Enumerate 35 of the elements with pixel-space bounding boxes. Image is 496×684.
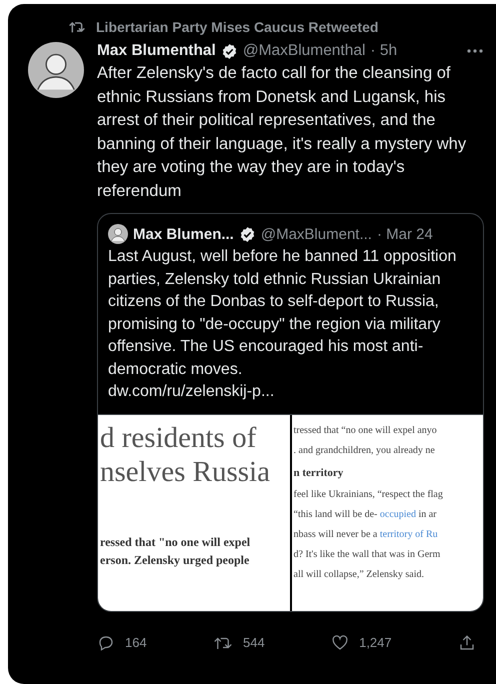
article-text-line: “this land will be de- occupied in ar	[294, 508, 437, 522]
article-text-line: all will collapse,” Zelensky said.	[294, 568, 424, 582]
reply-icon[interactable]	[97, 634, 115, 652]
tweet-time[interactable]: · 5h	[370, 42, 398, 60]
retweeted-by-label: Libertarian Party Mises Caucus Retweeted	[96, 19, 378, 35]
article-text-line: ressed that "no one will expel	[100, 534, 250, 550]
tweet-time: · Mar 24	[376, 226, 433, 242]
like-count: 1,247	[359, 635, 392, 650]
article-text-line: d? It's like the wall that was in Germ	[294, 548, 440, 562]
article-text-line: tressed that “no one will expel anyo	[294, 424, 437, 438]
article-text-line: erson. Zelensky urged people	[100, 552, 250, 568]
more-icon[interactable]	[466, 48, 484, 54]
author-handle: @MaxBlument...	[260, 226, 372, 242]
avatar-icon	[28, 42, 84, 98]
reply-count: 164	[125, 635, 147, 650]
article-text-line: nselves Russia	[100, 454, 270, 488]
article-screenshot[interactable]: d residents of nselves Russia ressed that "no one will expel erson. Zelensky urged people	[98, 414, 290, 610]
quoted-tweet[interactable]	[97, 213, 484, 612]
article-link[interactable]: dw.com/ru/zelenskij-p...	[98, 381, 483, 414]
quoted-tweet-text: Last August, well before he banned 11 opposition parties, Zelensky told ethnic Russian Ukrainian citizens of the Donbas to self-deport to Russia, promising to "de-occupy" the region via military offensive. The US encouraged his most anti-democratic moves.	[107, 247, 458, 380]
article-text-line: d residents of	[100, 420, 256, 454]
article-text-line: n territory	[294, 466, 344, 480]
heart-icon[interactable]	[331, 634, 350, 652]
article-text-line: feel like Ukrainians, “respect the flag	[294, 488, 443, 502]
author-name[interactable]: Max Blumenthal	[97, 42, 216, 60]
tweet-text: After Zelensky's de facto call for the cleansing of ethnic Russians from Donetsk and Lugansk, his arrest of their political representatives, and the banning of their language, it's really a mystery why they are voting the way they are in today's referendum	[97, 63, 468, 202]
avatar-icon	[108, 224, 128, 244]
author-name: Max Blumen...	[133, 226, 234, 242]
share-icon[interactable]	[458, 634, 476, 652]
author-handle[interactable]: @MaxBlumenthal	[242, 42, 366, 60]
retweet-icon	[68, 19, 86, 35]
retweet-count: 544	[243, 635, 265, 650]
article-text-line: . and grandchildren, you already ne	[294, 444, 435, 458]
article-screenshot[interactable]	[292, 414, 483, 610]
article-text-line: nbass will never be a territory of Ru	[294, 528, 438, 542]
